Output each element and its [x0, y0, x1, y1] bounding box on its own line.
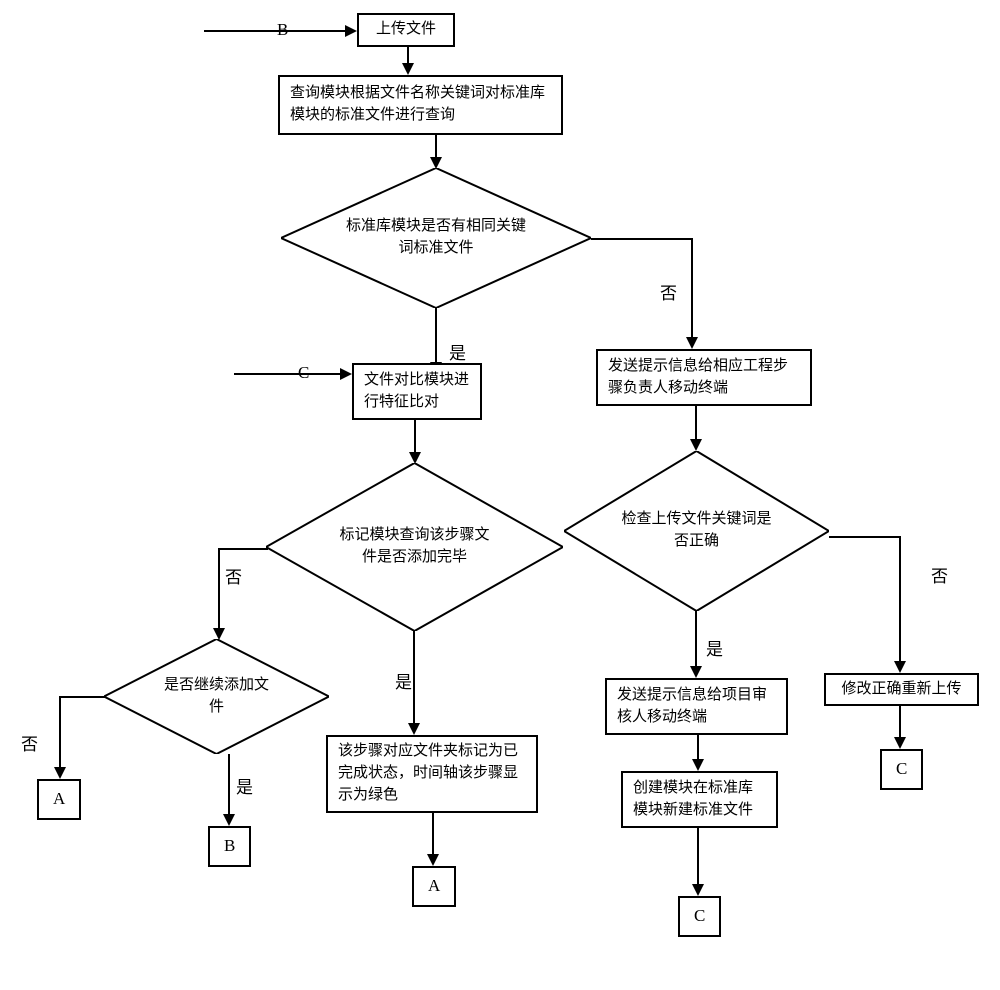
connector-b1: B: [208, 826, 251, 867]
node-query: 查询模块根据文件名称关键词对标准库模块的标准文件进行查询: [278, 75, 563, 135]
label-no-3: 否: [21, 730, 38, 755]
node-upload: 上传文件: [357, 13, 455, 47]
label-yes-2: 是: [395, 668, 412, 693]
decision-mark: 标记模块查询该步骤文件是否添加完毕: [266, 463, 563, 631]
label-yes-1: 是: [449, 339, 466, 364]
label-no-2: 否: [225, 563, 242, 588]
decision-keyword: 检查上传文件关键词是否正确: [564, 451, 829, 611]
label-yes-4: 是: [706, 635, 723, 660]
node-prompt-rev: 发送提示信息给项目审核人移动终端: [605, 678, 788, 735]
label-no-4: 否: [931, 562, 948, 587]
label-no-1: 否: [660, 279, 677, 304]
connector-c1: C: [880, 749, 923, 790]
node-reupload: 修改正确重新上传: [824, 673, 979, 706]
connector-a2: A: [412, 866, 456, 907]
node-mark-done: 该步骤对应文件夹标记为已完成状态，时间轴该步骤显示为绿色: [326, 735, 538, 813]
node-prompt-eng: 发送提示信息给相应工程步骤负责人移动终端: [596, 349, 812, 406]
connector-a1: A: [37, 779, 81, 820]
label-yes-3: 是: [236, 773, 253, 798]
connector-c2: C: [678, 896, 721, 937]
decision-continue: 是否继续添加文件: [104, 639, 329, 754]
node-create-std: 创建模块在标准库模块新建标准文件: [621, 771, 778, 828]
node-compare: 文件对比模块进行特征比对: [352, 363, 482, 420]
decision-std-lib: 标准库模块是否有相同关键词标准文件: [281, 168, 591, 308]
